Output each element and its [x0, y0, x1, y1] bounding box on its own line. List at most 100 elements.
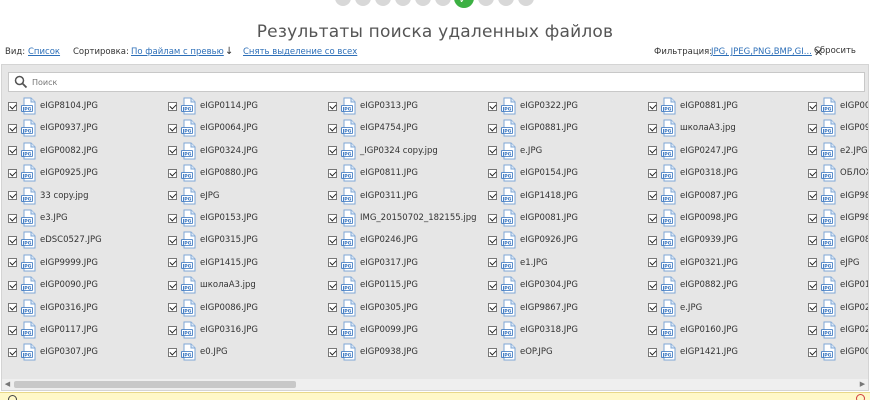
file-checkbox[interactable]	[168, 258, 177, 268]
file-item[interactable]: JPG eIGP98	[808, 186, 868, 206]
file-item[interactable]: JPG eIGP0247.JPG	[648, 141, 738, 161]
search-box[interactable]	[8, 72, 865, 92]
file-item[interactable]: JPG eIGP0316.JPG	[168, 320, 258, 340]
file-checkbox[interactable]	[488, 191, 497, 201]
file-item[interactable]: JPG 33 copy.jpg	[8, 186, 88, 206]
file-checkbox[interactable]	[488, 258, 497, 268]
file-item[interactable]: JPG eIGP00	[808, 342, 868, 362]
search-input[interactable]	[32, 75, 852, 89]
file-checkbox[interactable]	[488, 101, 497, 111]
file-item[interactable]: JPG eIGP0153.JPG	[168, 208, 258, 228]
file-item[interactable]: JPG eIGP0307.JPG	[8, 342, 98, 362]
file-item[interactable]: JPG eIGP1421.JPG	[648, 342, 738, 362]
file-item[interactable]: JPG eIGP0081.JPG	[488, 208, 578, 228]
file-item[interactable]: JPG eIGP0117.JPG	[8, 320, 98, 340]
file-checkbox[interactable]	[168, 347, 177, 357]
file-checkbox[interactable]	[488, 123, 497, 133]
file-item[interactable]: JPG IMG_20150702_182155.jpg	[328, 208, 477, 228]
file-item[interactable]: JPG eIGP0321.JPG	[648, 253, 738, 273]
file-item[interactable]: JPG eIGP0160.JPG	[648, 320, 738, 340]
file-item[interactable]: JPG eIGP9999.JPG	[8, 253, 98, 273]
file-item[interactable]: JPG eIGP0313.JPG	[328, 96, 418, 116]
file-item[interactable]: JPG eIGP02	[808, 320, 868, 340]
file-item[interactable]: JPG eIGP0154.JPG	[488, 163, 578, 183]
file-item[interactable]: JPG eIGP0880.JPG	[168, 163, 258, 183]
file-item[interactable]: JPG eIGP4754.JPG	[328, 118, 418, 138]
file-checkbox[interactable]	[648, 303, 657, 313]
sort-mode-link[interactable]: По файлам с превью	[131, 47, 224, 57]
file-item[interactable]: JPG eIGP0881.JPG	[488, 118, 578, 138]
file-item[interactable]: JPG eJPG	[168, 186, 219, 206]
file-item[interactable]: JPG eIGP0881.JPG	[648, 96, 738, 116]
file-item[interactable]: JPG eIGP1418.JPG	[488, 186, 578, 206]
file-checkbox[interactable]	[8, 235, 17, 245]
file-item[interactable]: JPG eIGP09	[808, 118, 868, 138]
file-item[interactable]: JPG eIGP0925.JPG	[8, 163, 98, 183]
file-checkbox[interactable]	[168, 280, 177, 290]
horizontal-scrollbar[interactable]: ◀ ▶	[2, 379, 868, 390]
file-checkbox[interactable]	[328, 235, 337, 245]
file-item[interactable]: JPG eIGP0090.JPG	[8, 275, 98, 295]
file-checkbox[interactable]	[648, 280, 657, 290]
file-checkbox[interactable]	[488, 280, 497, 290]
file-checkbox[interactable]	[808, 146, 817, 156]
file-item[interactable]: JPG eIGP98	[808, 208, 868, 228]
file-checkbox[interactable]	[168, 303, 177, 313]
file-checkbox[interactable]	[328, 168, 337, 178]
file-checkbox[interactable]	[488, 235, 497, 245]
file-checkbox[interactable]	[328, 213, 337, 223]
scrollbar-thumb[interactable]	[14, 381, 296, 388]
file-item[interactable]: JPG школаА3.jpg	[168, 275, 256, 295]
file-item[interactable]: JPG e.JPG	[488, 141, 542, 161]
file-checkbox[interactable]	[328, 191, 337, 201]
file-checkbox[interactable]	[808, 213, 817, 223]
file-checkbox[interactable]	[648, 325, 657, 335]
file-checkbox[interactable]	[808, 168, 817, 178]
file-checkbox[interactable]	[8, 325, 17, 335]
file-checkbox[interactable]	[488, 347, 497, 357]
file-item[interactable]: JPG eIGP0064.JPG	[168, 118, 258, 138]
file-item[interactable]: JPG eIGP0246.JPG	[328, 230, 418, 250]
file-checkbox[interactable]	[168, 168, 177, 178]
file-item[interactable]: JPG школаА3.jpg	[648, 118, 736, 138]
sort-direction-arrow-icon[interactable]: ↓	[225, 46, 233, 57]
file-checkbox[interactable]	[168, 325, 177, 335]
file-item[interactable]: JPG _IGP0324 copy.jpg	[328, 141, 438, 161]
file-item[interactable]: JPG eIGP0322.JPG	[488, 96, 578, 116]
file-checkbox[interactable]	[328, 101, 337, 111]
file-checkbox[interactable]	[8, 280, 17, 290]
file-checkbox[interactable]	[808, 325, 817, 335]
file-item[interactable]: JPG eIGP0087.JPG	[648, 186, 738, 206]
file-item[interactable]: JPG eDSC0527.JPG	[8, 230, 102, 250]
file-checkbox[interactable]	[328, 258, 337, 268]
file-item[interactable]: JPG e.JPG	[648, 298, 702, 318]
file-checkbox[interactable]	[8, 168, 17, 178]
file-checkbox[interactable]	[168, 101, 177, 111]
file-item[interactable]: JPG ОБЛОЖ	[808, 163, 868, 183]
file-checkbox[interactable]	[328, 280, 337, 290]
file-checkbox[interactable]	[808, 123, 817, 133]
file-item[interactable]: JPG eIGP02	[808, 298, 868, 318]
file-checkbox[interactable]	[808, 280, 817, 290]
file-checkbox[interactable]	[8, 123, 17, 133]
file-checkbox[interactable]	[328, 303, 337, 313]
file-checkbox[interactable]	[328, 146, 337, 156]
file-checkbox[interactable]	[648, 347, 657, 357]
file-item[interactable]: JPG eIGP08	[808, 230, 868, 250]
file-checkbox[interactable]	[168, 146, 177, 156]
file-item[interactable]: JPG eIGP0324.JPG	[168, 141, 258, 161]
file-checkbox[interactable]	[648, 168, 657, 178]
file-item[interactable]: JPG eIGP0098.JPG	[648, 208, 738, 228]
file-item[interactable]: JPG eIGP0318.JPG	[488, 320, 578, 340]
file-checkbox[interactable]	[328, 325, 337, 335]
file-checkbox[interactable]	[808, 303, 817, 313]
file-checkbox[interactable]	[8, 303, 17, 313]
file-item[interactable]: JPG eIGP0938.JPG	[328, 342, 418, 362]
file-item[interactable]: JPG e1.JPG	[488, 253, 548, 273]
file-item[interactable]: JPG eIGP0926.JPG	[488, 230, 578, 250]
file-item[interactable]: JPG eIGP00	[808, 96, 868, 116]
file-checkbox[interactable]	[168, 123, 177, 133]
file-item[interactable]: JPG eIGP0315.JPG	[168, 230, 258, 250]
file-checkbox[interactable]	[328, 347, 337, 357]
file-item[interactable]: JPG eIGP0099.JPG	[328, 320, 418, 340]
